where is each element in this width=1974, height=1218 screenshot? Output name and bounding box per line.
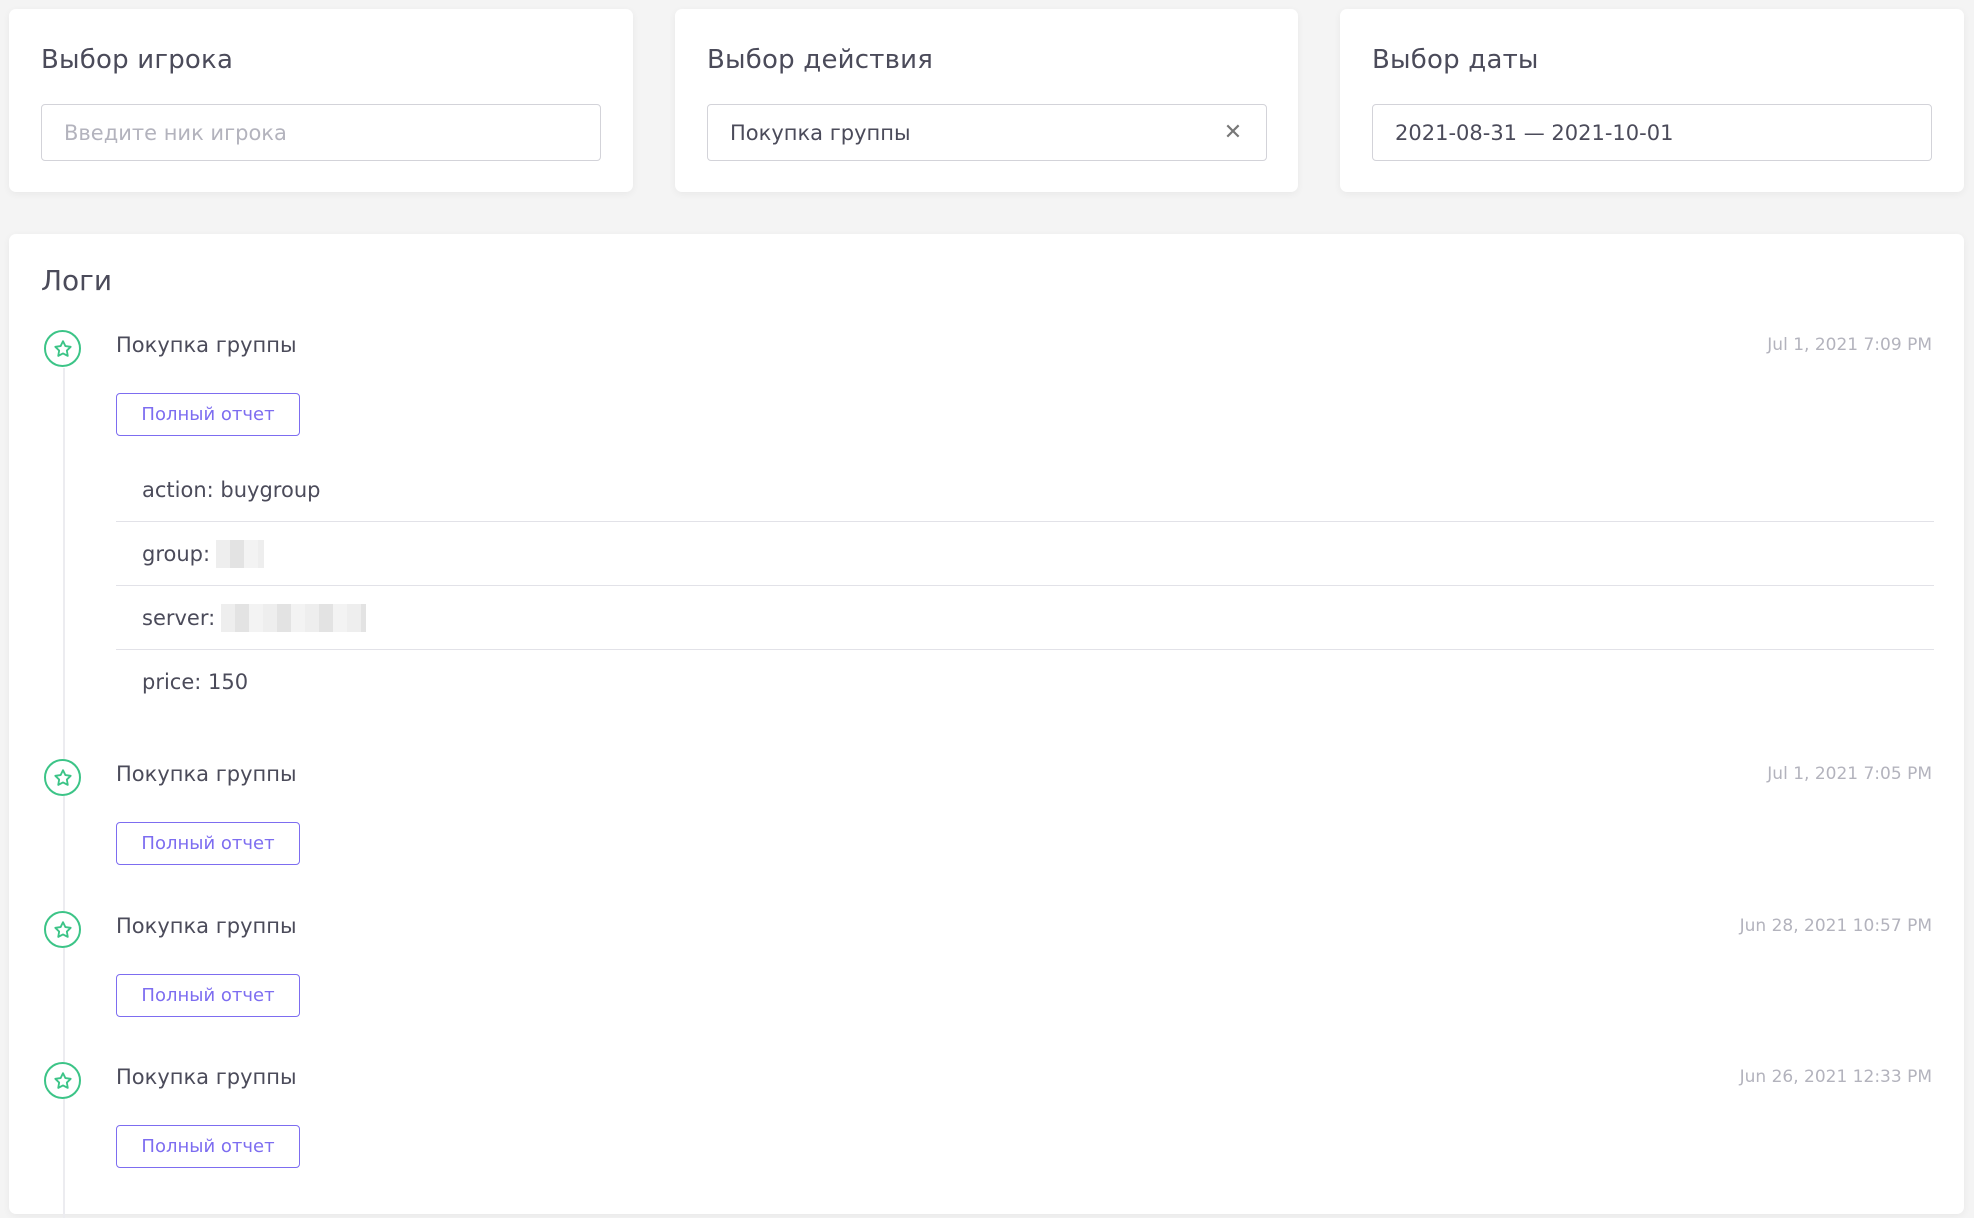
date-range-picker[interactable]: 2021-08-31 — 2021-10-01: [1372, 104, 1932, 161]
log-entry-time: Jun 28, 2021 10:57 PM: [1739, 916, 1932, 936]
detail-value: buygroup: [220, 477, 321, 502]
detail-row-group: group:: [116, 522, 1934, 586]
logs-title: Логи: [41, 264, 113, 297]
log-entry-title: Покупка группы: [116, 762, 297, 786]
date-filter-title: Выбор даты: [1372, 45, 1539, 75]
player-filter-card: Выбор игрока: [9, 9, 633, 192]
player-search-input[interactable]: [64, 120, 578, 145]
full-report-button[interactable]: Полный отчет: [116, 393, 300, 436]
detail-row-action: action: buygroup: [116, 458, 1934, 522]
redacted-value: [221, 603, 367, 632]
date-range-value: 2021-08-31 — 2021-10-01: [1395, 120, 1674, 145]
star-icon: [44, 1062, 81, 1099]
detail-key: action:: [142, 477, 214, 502]
detail-key: group:: [142, 541, 211, 566]
action-select[interactable]: Покупка группы ✕: [707, 104, 1267, 161]
detail-row-server: server:: [116, 586, 1934, 650]
date-filter-card: Выбор даты 2021-08-31 — 2021-10-01: [1340, 9, 1964, 192]
detail-key: server:: [142, 605, 216, 630]
close-icon[interactable]: ✕: [1222, 120, 1244, 145]
full-report-button[interactable]: Полный отчет: [116, 1125, 300, 1168]
logs-card: Логи Покупка группы Jul 1, 2021 7:09 PM …: [9, 234, 1964, 1218]
log-entry-time: Jun 26, 2021 12:33 PM: [1739, 1067, 1932, 1087]
log-entry-title: Покупка группы: [116, 333, 297, 357]
full-report-button[interactable]: Полный отчет: [116, 974, 300, 1017]
action-select-value: Покупка группы: [730, 120, 911, 145]
redacted-value: [216, 539, 265, 568]
player-search-field[interactable]: [41, 104, 601, 161]
detail-row-price: price: 150: [116, 650, 1934, 714]
log-details: action: buygroup group: server: price: 1…: [116, 458, 1934, 714]
action-filter-title: Выбор действия: [707, 45, 934, 75]
full-report-button[interactable]: Полный отчет: [116, 822, 300, 865]
log-entry-title: Покупка группы: [116, 1065, 297, 1089]
detail-value: 150: [208, 670, 249, 694]
log-entry-title: Покупка группы: [116, 914, 297, 938]
star-icon: [44, 911, 81, 948]
star-icon: [44, 330, 81, 367]
log-entry-time: Jul 1, 2021 7:09 PM: [1767, 335, 1932, 355]
player-filter-title: Выбор игрока: [41, 45, 234, 75]
star-icon: [44, 759, 81, 796]
detail-key: price:: [142, 670, 202, 694]
log-entry-time: Jul 1, 2021 7:05 PM: [1767, 764, 1932, 784]
action-filter-card: Выбор действия Покупка группы ✕: [675, 9, 1298, 192]
